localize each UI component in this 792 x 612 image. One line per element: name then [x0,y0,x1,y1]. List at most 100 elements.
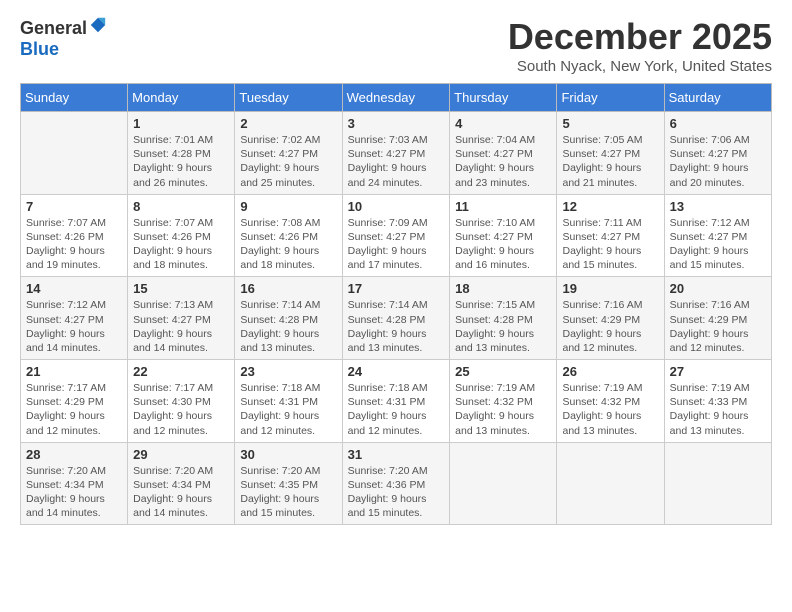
calendar-cell: 11Sunrise: 7:10 AMSunset: 4:27 PMDayligh… [450,194,557,277]
day-info: Sunrise: 7:14 AMSunset: 4:28 PMDaylight:… [240,298,336,355]
day-number: 26 [562,364,658,379]
day-number: 11 [455,199,551,214]
day-number: 20 [670,281,766,296]
column-header-saturday: Saturday [664,84,771,112]
calendar-cell: 14 Sunrise: 7:12 AMSunset: 4:27 PMDayligh… [21,277,128,360]
day-info: Sunrise: 7:07 AMSunset: 4:26 PMDaylight:… [26,216,122,273]
calendar-cell: 27 Sunrise: 7:19 AMSunset: 4:33 PMDayligh… [664,360,771,443]
column-header-thursday: Thursday [450,84,557,112]
day-number: 12 [562,199,658,214]
column-header-sunday: Sunday [21,84,128,112]
day-number: 19 [562,281,658,296]
calendar-cell: 15 Sunrise: 7:13 AMSunset: 4:27 PMDayligh… [128,277,235,360]
calendar-cell: 10 Sunrise: 7:09 AMSunset: 4:27 PMDayligh… [342,194,450,277]
day-info: Sunrise: 7:12 AMSunset: 4:27 PMDaylight:… [26,298,122,355]
column-header-tuesday: Tuesday [235,84,342,112]
day-number: 1 [133,116,229,131]
day-number: 29 [133,447,229,462]
page-title: December 2025 [508,16,772,58]
calendar-cell: 5Sunrise: 7:05 AMSunset: 4:27 PMDaylight… [557,112,664,195]
logo: General Blue [20,16,107,60]
day-info: Sunrise: 7:19 AMSunset: 4:32 PMDaylight:… [562,381,658,438]
day-info: Sunrise: 7:08 AMSunset: 4:26 PMDaylight:… [240,216,336,273]
day-info: Sunrise: 7:03 AMSunset: 4:27 PMDaylight:… [348,133,445,190]
calendar-cell: 30 Sunrise: 7:20 AMSunset: 4:35 PMDayligh… [235,442,342,525]
page-header: General Blue December 2025 South Nyack, … [20,16,772,75]
calendar-cell: 9 Sunrise: 7:08 AMSunset: 4:26 PMDaylight… [235,194,342,277]
calendar-cell: 1Sunrise: 7:01 AMSunset: 4:28 PMDaylight… [128,112,235,195]
day-number: 13 [670,199,766,214]
logo-general: General [20,18,87,38]
calendar-week-2: 7 Sunrise: 7:07 AMSunset: 4:26 PMDaylight… [21,194,772,277]
day-number: 18 [455,281,551,296]
calendar-cell: 17Sunrise: 7:14 AMSunset: 4:28 PMDayligh… [342,277,450,360]
calendar-cell: 12 Sunrise: 7:11 AMSunset: 4:27 PMDayligh… [557,194,664,277]
day-info: Sunrise: 7:20 AMSunset: 4:36 PMDaylight:… [348,464,445,521]
day-info: Sunrise: 7:11 AMSunset: 4:27 PMDaylight:… [562,216,658,273]
day-info: Sunrise: 7:17 AMSunset: 4:30 PMDaylight:… [133,381,229,438]
day-number: 10 [348,199,445,214]
day-info: Sunrise: 7:04 AMSunset: 4:27 PMDaylight:… [455,133,551,190]
day-number: 21 [26,364,122,379]
calendar-cell: 19Sunrise: 7:16 AMSunset: 4:29 PMDayligh… [557,277,664,360]
calendar-cell: 7 Sunrise: 7:07 AMSunset: 4:26 PMDaylight… [21,194,128,277]
day-number: 6 [670,116,766,131]
calendar-cell: 21 Sunrise: 7:17 AMSunset: 4:29 PMDayligh… [21,360,128,443]
calendar-week-4: 21 Sunrise: 7:17 AMSunset: 4:29 PMDayligh… [21,360,772,443]
day-info: Sunrise: 7:13 AMSunset: 4:27 PMDaylight:… [133,298,229,355]
day-info: Sunrise: 7:19 AMSunset: 4:32 PMDaylight:… [455,381,551,438]
day-number: 14 [26,281,122,296]
calendar-cell: 6 Sunrise: 7:06 AMSunset: 4:27 PMDaylight… [664,112,771,195]
page-subtitle: South Nyack, New York, United States [508,58,772,75]
day-info: Sunrise: 7:15 AMSunset: 4:28 PMDaylight:… [455,298,551,355]
day-info: Sunrise: 7:18 AMSunset: 4:31 PMDaylight:… [240,381,336,438]
day-info: Sunrise: 7:17 AMSunset: 4:29 PMDaylight:… [26,381,122,438]
day-number: 4 [455,116,551,131]
day-number: 16 [240,281,336,296]
calendar-cell: 13 Sunrise: 7:12 AMSunset: 4:27 PMDayligh… [664,194,771,277]
day-info: Sunrise: 7:09 AMSunset: 4:27 PMDaylight:… [348,216,445,273]
day-number: 15 [133,281,229,296]
day-info: Sunrise: 7:07 AMSunset: 4:26 PMDaylight:… [133,216,229,273]
calendar-week-5: 28 Sunrise: 7:20 AMSunset: 4:34 PMDayligh… [21,442,772,525]
day-number: 27 [670,364,766,379]
day-info: Sunrise: 7:05 AMSunset: 4:27 PMDaylight:… [562,133,658,190]
logo-icon [89,16,107,34]
calendar-week-1: 1Sunrise: 7:01 AMSunset: 4:28 PMDaylight… [21,112,772,195]
calendar-cell: 20 Sunrise: 7:16 AMSunset: 4:29 PMDayligh… [664,277,771,360]
day-number: 17 [348,281,445,296]
day-info: Sunrise: 7:12 AMSunset: 4:27 PMDaylight:… [670,216,766,273]
calendar-cell: 26 Sunrise: 7:19 AMSunset: 4:32 PMDayligh… [557,360,664,443]
calendar-header-row: SundayMondayTuesdayWednesdayThursdayFrid… [21,84,772,112]
day-number: 7 [26,199,122,214]
day-number: 25 [455,364,551,379]
day-info: Sunrise: 7:20 AMSunset: 4:34 PMDaylight:… [26,464,122,521]
day-info: Sunrise: 7:16 AMSunset: 4:29 PMDaylight:… [670,298,766,355]
day-info: Sunrise: 7:19 AMSunset: 4:33 PMDaylight:… [670,381,766,438]
column-header-friday: Friday [557,84,664,112]
day-number: 8 [133,199,229,214]
day-number: 9 [240,199,336,214]
day-info: Sunrise: 7:06 AMSunset: 4:27 PMDaylight:… [670,133,766,190]
calendar-cell [557,442,664,525]
calendar-cell [450,442,557,525]
calendar-cell: 23Sunrise: 7:18 AMSunset: 4:31 PMDayligh… [235,360,342,443]
day-number: 2 [240,116,336,131]
day-number: 31 [348,447,445,462]
day-number: 22 [133,364,229,379]
day-info: Sunrise: 7:20 AMSunset: 4:34 PMDaylight:… [133,464,229,521]
calendar-cell: 24Sunrise: 7:18 AMSunset: 4:31 PMDayligh… [342,360,450,443]
calendar-cell: 31 Sunrise: 7:20 AMSunset: 4:36 PMDayligh… [342,442,450,525]
day-info: Sunrise: 7:02 AMSunset: 4:27 PMDaylight:… [240,133,336,190]
calendar-cell: 25 Sunrise: 7:19 AMSunset: 4:32 PMDayligh… [450,360,557,443]
day-info: Sunrise: 7:18 AMSunset: 4:31 PMDaylight:… [348,381,445,438]
column-header-wednesday: Wednesday [342,84,450,112]
calendar-cell: 18 Sunrise: 7:15 AMSunset: 4:28 PMDayligh… [450,277,557,360]
day-info: Sunrise: 7:20 AMSunset: 4:35 PMDaylight:… [240,464,336,521]
day-number: 30 [240,447,336,462]
title-block: December 2025 South Nyack, New York, Uni… [508,16,772,75]
column-header-monday: Monday [128,84,235,112]
day-number: 28 [26,447,122,462]
calendar-cell: 3Sunrise: 7:03 AMSunset: 4:27 PMDaylight… [342,112,450,195]
calendar-cell: 28 Sunrise: 7:20 AMSunset: 4:34 PMDayligh… [21,442,128,525]
